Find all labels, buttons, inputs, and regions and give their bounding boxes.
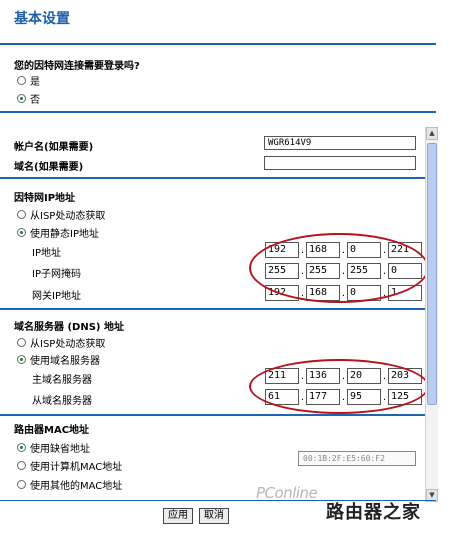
radio-label: 使用静态IP地址: [30, 229, 99, 240]
account-field[interactable]: WGR614V9: [264, 136, 416, 150]
account-label: 帐户名(如果需要): [14, 142, 94, 153]
apply-button[interactable]: 应用: [163, 508, 193, 524]
watermark-site: 路由器之家: [326, 502, 421, 523]
radio-circle[interactable]: [17, 76, 26, 85]
dns-heading: 域名服务器 (DNS) 地址: [14, 322, 124, 333]
secondary-dns-label: 从域名服务器: [32, 396, 92, 407]
annotation-oval-ip: [249, 233, 429, 303]
radio-label: 从ISP处动态获取: [30, 339, 106, 350]
radio-circle[interactable]: [17, 228, 26, 237]
radio-circle[interactable]: [17, 355, 26, 364]
divider: [0, 177, 436, 179]
radio-mac-default[interactable]: 使用缺省地址: [17, 440, 90, 455]
radio-label: 从ISP处动态获取: [30, 211, 106, 222]
subnet-mask-label: IP子网掩码: [32, 269, 81, 280]
radio-dns-static[interactable]: 使用域名服务器: [17, 352, 100, 367]
radio-mac-computer[interactable]: 使用计算机MAC地址: [17, 458, 122, 473]
divider: [0, 414, 436, 416]
scroll-thumb[interactable]: [427, 143, 437, 405]
ip-address-label: IP地址: [32, 248, 61, 259]
gateway-label: 网关IP地址: [32, 291, 81, 302]
mac-address-field[interactable]: 00:1B:2F:E5:60:F2: [298, 451, 416, 466]
radio-circle[interactable]: [17, 443, 26, 452]
radio-label: 使用计算机MAC地址: [30, 462, 123, 473]
radio-label: 使用其他的MAC地址: [30, 481, 123, 492]
scroll-up-icon[interactable]: ▲: [426, 127, 438, 140]
divider: [0, 308, 436, 310]
login-question: 您的因特网连接需要登录吗?: [14, 61, 140, 72]
radio-label: 使用缺省地址: [30, 444, 90, 455]
radio-circle[interactable]: [17, 480, 26, 489]
radio-ip-dynamic[interactable]: 从ISP处动态获取: [17, 207, 105, 222]
radio-circle[interactable]: [17, 94, 26, 103]
radio-login-yes[interactable]: 是: [17, 73, 40, 88]
cancel-button[interactable]: 取消: [199, 508, 229, 524]
watermark-brand: PConline: [256, 484, 318, 502]
radio-dns-dynamic[interactable]: 从ISP处动态获取: [17, 335, 105, 350]
scrollbar[interactable]: ▲ ▼: [425, 127, 438, 502]
domain-field[interactable]: [264, 156, 416, 170]
divider: [0, 43, 436, 45]
annotation-oval-dns: [249, 359, 429, 414]
primary-dns-label: 主域名服务器: [32, 375, 92, 386]
radio-mac-other[interactable]: 使用其他的MAC地址: [17, 477, 122, 492]
radio-login-no[interactable]: 否: [17, 91, 40, 106]
mac-heading: 路由器MAC地址: [14, 425, 90, 436]
radio-circle[interactable]: [17, 210, 26, 219]
internet-ip-heading: 因特网IP地址: [14, 193, 76, 204]
page-title: 基本设置: [14, 11, 70, 27]
divider: [0, 111, 436, 113]
domain-label: 域名(如果需要): [14, 162, 84, 173]
radio-label: 使用域名服务器: [30, 356, 100, 367]
radio-circle[interactable]: [17, 338, 26, 347]
radio-label: 是: [30, 77, 40, 88]
radio-circle[interactable]: [17, 461, 26, 470]
radio-label: 否: [30, 95, 40, 106]
radio-ip-static[interactable]: 使用静态IP地址: [17, 225, 99, 240]
